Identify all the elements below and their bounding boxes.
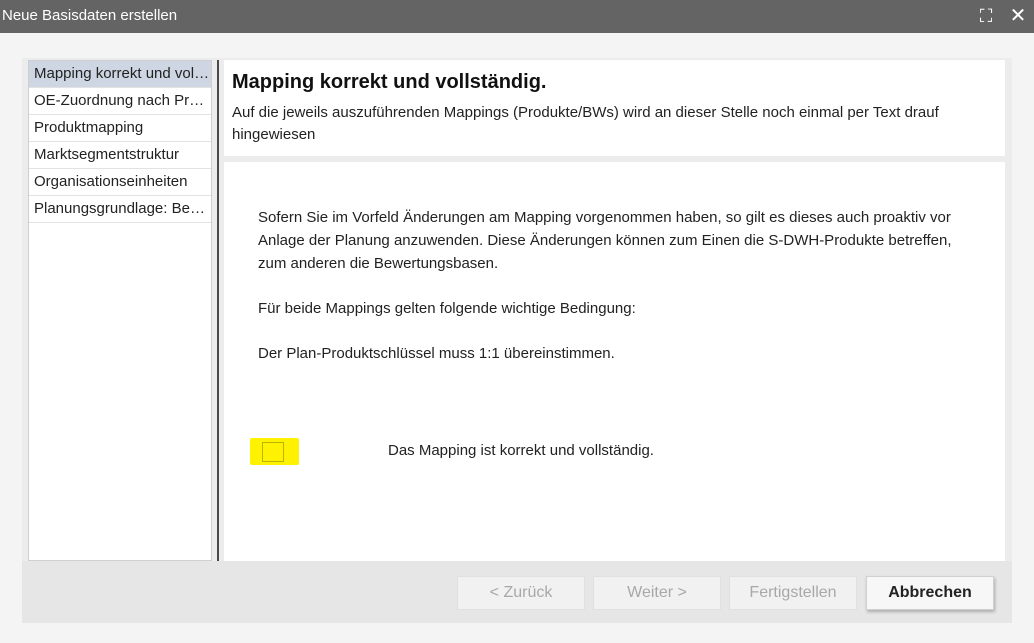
window-titlebar: Neue Basisdaten erstellen ⛶ ✕ xyxy=(0,0,1034,33)
window-title: Neue Basisdaten erstellen xyxy=(2,7,178,24)
step-item-marktsegmentstruktur[interactable]: Marktsegmentstruktur xyxy=(29,142,211,169)
back-button[interactable]: < Zurück xyxy=(457,576,585,610)
info-paragraph-3: Der Plan-Produktschlüssel muss 1:1 übere… xyxy=(258,345,615,362)
next-button[interactable]: Weiter > xyxy=(593,576,721,610)
maximize-icon[interactable]: ⛶ xyxy=(975,5,997,27)
finish-button[interactable]: Fertigstellen xyxy=(729,576,857,610)
wizard-button-bar: < Zurück Weiter > Fertigstellen Abbreche… xyxy=(22,561,1012,623)
step-item-oe-zuordnung[interactable]: OE-Zuordnung nach Produktmapping xyxy=(29,88,211,115)
mapping-confirm-label: Das Mapping ist korrekt und vollständig. xyxy=(388,442,654,459)
page-title: Mapping korrekt und vollständig. xyxy=(232,71,547,93)
info-paragraph-1: Sofern Sie im Vorfeld Änderungen am Mapp… xyxy=(258,209,952,272)
panel-splitter[interactable] xyxy=(217,60,219,561)
content-text: Sofern Sie im Vorfeld Änderungen am Mapp… xyxy=(258,206,978,387)
wizard-step-list: Mapping korrekt und vollständig. OE-Zuor… xyxy=(28,60,212,561)
step-item-produktmapping[interactable]: Produktmapping xyxy=(29,115,211,142)
wizard-dialog: Mapping korrekt und vollständig. OE-Zuor… xyxy=(22,58,1012,623)
step-item-planungsgrundlage[interactable]: Planungsgrundlage: Bestand xyxy=(29,196,211,223)
close-icon[interactable]: ✕ xyxy=(1007,5,1029,27)
mapping-confirm-checkbox[interactable] xyxy=(262,442,284,462)
cancel-button[interactable]: Abbrechen xyxy=(866,576,994,610)
page-description: Auf die jeweils auszuführenden Mappings … xyxy=(232,104,939,143)
content-panel: Sofern Sie im Vorfeld Änderungen am Mapp… xyxy=(224,162,1005,561)
step-item-organisationseinheiten[interactable]: Organisationseinheiten xyxy=(29,169,211,196)
page-header: Mapping korrekt und vollständig. Auf die… xyxy=(224,60,1005,156)
step-item-mapping[interactable]: Mapping korrekt und vollständig. xyxy=(29,61,211,88)
info-paragraph-2: Für beide Mappings gelten folgende wicht… xyxy=(258,300,636,317)
